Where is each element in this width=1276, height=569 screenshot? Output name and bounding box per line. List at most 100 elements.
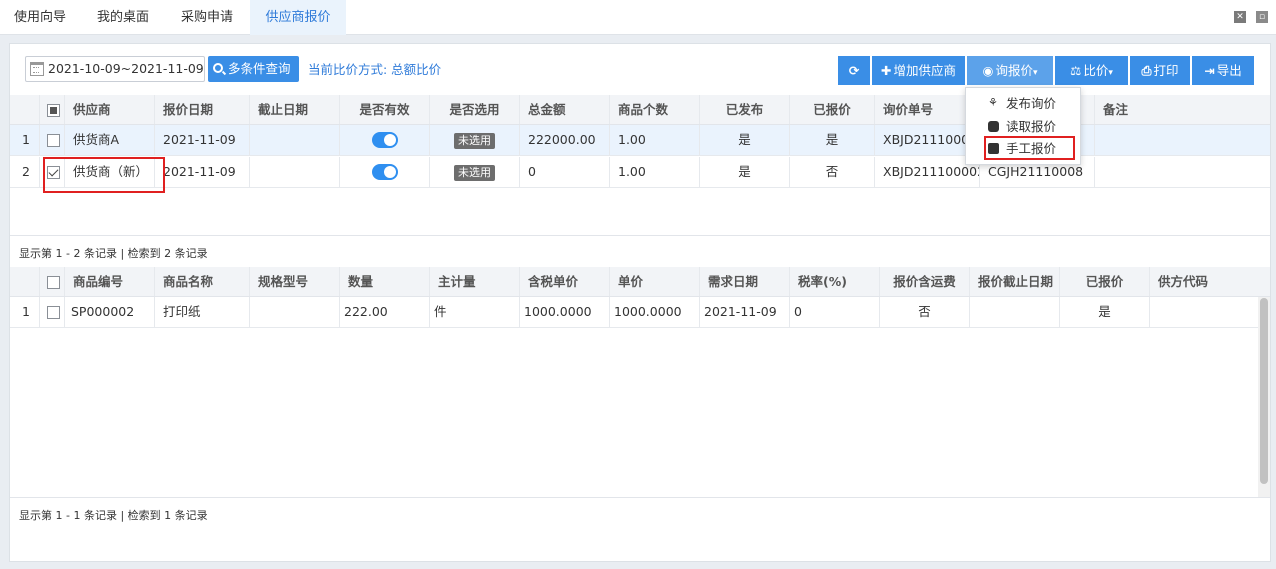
item-unit: 件: [430, 297, 520, 327]
compare-mode-text: 当前比价方式: 总额比价: [308, 62, 442, 77]
note: [1095, 157, 1270, 187]
quoted-value: 否: [790, 157, 875, 187]
col-quote-deadline[interactable]: 报价截止日期: [970, 267, 1060, 296]
col-quoted[interactable]: 已报价: [1060, 267, 1150, 296]
deadline: [250, 157, 340, 187]
item-grid-header: 商品编号 商品名称 规格型号 数量 主计量 含税单价 单价 需求日期 税率(%)…: [10, 267, 1270, 297]
add-supplier-label: 增加供应商: [893, 63, 956, 78]
vertical-scrollbar[interactable]: [1258, 297, 1270, 497]
valid-toggle[interactable]: [371, 132, 398, 148]
col-note[interactable]: 备注: [1095, 95, 1270, 124]
item-grid: 商品编号 商品名称 规格型号 数量 主计量 含税单价 单价 需求日期 税率(%)…: [10, 267, 1270, 497]
item-count: 1.00: [610, 157, 700, 187]
add-supplier-button[interactable]: ✚ 增加供应商: [872, 56, 965, 85]
item-quoted: 是: [1060, 297, 1150, 327]
col-quoted[interactable]: 已报价: [790, 95, 875, 124]
col-price[interactable]: 单价: [610, 267, 700, 296]
col-item-code[interactable]: 商品编号: [65, 267, 155, 296]
highlight-box: [984, 136, 1075, 160]
print-icon: ⎙: [1141, 63, 1152, 78]
quoted-value: 是: [790, 125, 875, 155]
col-deadline[interactable]: 截止日期: [250, 95, 340, 124]
col-freight[interactable]: 报价含运费: [880, 267, 970, 296]
menu-item-read-quote[interactable]: 读取报价: [966, 116, 1080, 138]
balance-scale-icon: ⚖: [1070, 63, 1082, 78]
refresh-button[interactable]: ⟳: [838, 56, 870, 85]
search-icon: [213, 63, 223, 73]
eye-icon: ◉: [982, 63, 994, 78]
row-checkbox[interactable]: [47, 306, 60, 319]
refresh-icon: ⟳: [848, 63, 860, 78]
col-need-date[interactable]: 需求日期: [700, 267, 790, 296]
calendar-icon: [30, 62, 44, 76]
quote-date: 2021-11-09: [155, 125, 250, 155]
export-button[interactable]: ⇥ 导出: [1192, 56, 1254, 85]
date-range-input[interactable]: 2021-10-09~2021-11-09: [25, 56, 205, 82]
row-checkbox[interactable]: [47, 134, 60, 147]
item-need-date: 2021-11-09: [700, 297, 790, 327]
col-published[interactable]: 已发布: [700, 95, 790, 124]
multi-query-button[interactable]: 多条件查询: [208, 56, 299, 82]
item-tax-rate: 0: [790, 297, 880, 327]
compare-dropdown-button[interactable]: ⚖ 比价▾: [1055, 56, 1128, 85]
note: [1095, 125, 1270, 155]
plus-icon: ✚: [881, 63, 892, 78]
deadline: [250, 125, 340, 155]
item-row[interactable]: 1 SP000002 打印纸 222.00 件 1000.0000 1000.0…: [10, 297, 1258, 328]
publish-icon: ⚘: [988, 96, 998, 109]
item-quote-deadline: [970, 297, 1060, 327]
row-index: 1: [10, 297, 40, 327]
multi-query-label: 多条件查询: [228, 61, 291, 76]
col-item-name[interactable]: 商品名称: [155, 267, 250, 296]
col-quote-date[interactable]: 报价日期: [155, 95, 250, 124]
select-all-checkbox[interactable]: [47, 104, 60, 117]
export-icon: ⇥: [1204, 63, 1215, 78]
supplier-name: 供货商A: [65, 125, 155, 155]
col-unit[interactable]: 主计量: [430, 267, 520, 296]
inquiry-dropdown-button[interactable]: ◉ 询报价▾: [967, 56, 1053, 85]
row-index: 2: [10, 157, 40, 187]
print-button[interactable]: ⎙ 打印: [1130, 56, 1190, 85]
scrollbar-thumb[interactable]: [1260, 298, 1268, 484]
select-all-checkbox[interactable]: [47, 276, 60, 289]
export-label: 导出: [1216, 63, 1242, 78]
supplier-grid-header: 供应商 报价日期 截止日期 是否有效 是否选用 总金额 商品个数 已发布 已报价…: [10, 95, 1270, 125]
col-vendor-code[interactable]: 供方代码: [1150, 267, 1258, 296]
col-tax-price[interactable]: 含税单价: [520, 267, 610, 296]
col-tax-rate[interactable]: 税率(%): [790, 267, 880, 296]
col-valid[interactable]: 是否有效: [340, 95, 430, 124]
col-qty[interactable]: 数量: [340, 267, 430, 296]
item-code: SP000002: [65, 297, 155, 327]
divider: [10, 497, 1270, 498]
item-grid-footer: 显示第 1 - 1 条记录 | 检索到 1 条记录: [19, 509, 208, 522]
tab-supplier-quote[interactable]: 供应商报价: [250, 0, 346, 35]
row-index: 1: [10, 125, 40, 155]
inquiry-label: 询报价: [995, 63, 1033, 78]
col-spec[interactable]: 规格型号: [250, 267, 340, 296]
close-tab-icon[interactable]: ✕: [1234, 11, 1246, 23]
item-freight: 否: [880, 297, 970, 327]
total-amount: 0: [520, 157, 610, 187]
col-count[interactable]: 商品个数: [610, 95, 700, 124]
tab-desktop[interactable]: 我的桌面: [82, 0, 164, 35]
col-supplier[interactable]: 供应商: [65, 95, 155, 124]
item-qty: 222.00: [340, 297, 430, 327]
valid-toggle[interactable]: [371, 164, 398, 180]
col-total[interactable]: 总金额: [520, 95, 610, 124]
print-label: 打印: [1153, 63, 1179, 78]
col-selected[interactable]: 是否选用: [430, 95, 520, 124]
tab-purchase-request[interactable]: 采购申请: [166, 0, 248, 35]
caret-down-icon: ▾: [1108, 68, 1113, 78]
highlight-box: [43, 157, 165, 193]
tab-guide[interactable]: 使用向导: [0, 0, 80, 35]
item-tax-price: 1000.0000: [520, 297, 610, 327]
menu-item-publish-inquiry[interactable]: ⚘ 发布询价: [966, 93, 1080, 115]
item-name: 打印纸: [155, 297, 250, 327]
selected-status-badge: 未选用: [454, 165, 495, 181]
supplier-row[interactable]: 1 供货商A 2021-11-09 未选用 222000.00 1.00 是 是…: [10, 125, 1270, 156]
caret-down-icon: ▾: [1032, 68, 1038, 78]
maximize-icon[interactable]: ▫: [1256, 11, 1268, 23]
total-amount: 222000.00: [520, 125, 610, 155]
main-panel: 2021-10-09~2021-11-09 多条件查询 当前比价方式: 总额比价…: [9, 43, 1271, 562]
supplier-row[interactable]: 2 供货商（新） 2021-11-09 未选用 0 1.00 是 否 XBJD2…: [10, 157, 1270, 188]
